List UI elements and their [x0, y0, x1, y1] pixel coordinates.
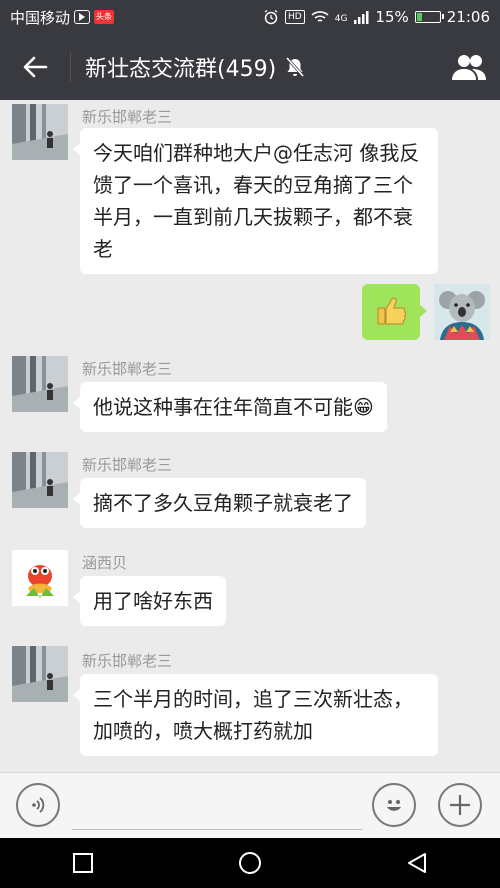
voice-icon	[32, 797, 45, 813]
header-divider	[70, 52, 71, 82]
message-bubble[interactable]: 他说这种事在往年简直不可能😁	[73, 382, 387, 432]
emoji-button[interactable]	[372, 783, 416, 827]
nav-circle-icon[interactable]	[237, 850, 263, 876]
clock: 21:06	[446, 8, 490, 26]
signal-icon	[354, 11, 369, 24]
avatar[interactable]	[12, 356, 68, 412]
back-button[interactable]	[0, 34, 70, 100]
nav-square-icon[interactable]	[71, 851, 95, 875]
sender-name: 新乐邯郸老三	[82, 652, 173, 670]
sender-name: 新乐邯郸老三	[82, 108, 173, 126]
avatar[interactable]	[12, 550, 68, 606]
message-bubble[interactable]: 今天咱们群种地大户@任志河 像我反馈了一个喜讯，春天的豆角摘了三个半月，一直到前…	[73, 128, 438, 274]
status-bar: 中国移动 头条 HD 4G 15% 21:06	[0, 0, 500, 34]
sender-name: 新乐邯郸老三	[82, 360, 173, 378]
message-bubble[interactable]: 摘不了多久豆角颗子就衰老了	[73, 478, 366, 528]
hd-badge: HD	[285, 10, 305, 24]
message-input[interactable]	[72, 789, 362, 830]
carrier-label: 中国移动	[10, 8, 71, 27]
video-play-icon	[74, 10, 91, 24]
voice-button[interactable]	[16, 783, 60, 827]
avatar[interactable]	[12, 104, 68, 160]
wifi-icon	[311, 11, 329, 22]
more-button[interactable]	[438, 783, 482, 827]
input-bar	[0, 772, 500, 838]
thumbs-up-icon	[377, 297, 407, 325]
back-arrow-icon	[23, 56, 48, 78]
alarm-icon	[264, 9, 278, 25]
message-bubble[interactable]: 三个半月的时间，追了三次新壮态，加喷的，喷大概打药就加	[73, 674, 438, 756]
network-type: 4G	[334, 14, 348, 24]
battery-icon	[414, 11, 444, 23]
thumbs-up-message[interactable]	[362, 284, 427, 340]
plus-icon	[450, 795, 470, 815]
nav-triangle-icon[interactable]	[405, 851, 429, 875]
chat-area[interactable]: 新乐邯郸老三 今天咱们群种地大户@任志河 像我反馈了一个喜讯，春天的豆角摘了三个…	[0, 100, 500, 772]
emoji-icon	[387, 800, 401, 811]
sender-name: 涵西贝	[82, 554, 128, 572]
mute-bell-icon	[286, 57, 305, 77]
my-avatar[interactable]	[434, 284, 490, 340]
members-icon	[452, 55, 486, 80]
system-navigation-bar	[0, 838, 500, 888]
avatar[interactable]	[12, 646, 68, 702]
message-bubble[interactable]: 用了啥好东西	[73, 576, 226, 626]
battery-percent: 15%	[375, 8, 409, 26]
avatar[interactable]	[12, 452, 68, 508]
toutiao-badge: 头条	[94, 10, 115, 24]
sender-name: 新乐邯郸老三	[82, 456, 173, 474]
chat-title: 新壮态交流群(459)	[85, 57, 277, 82]
chat-header: 新壮态交流群(459)	[0, 34, 500, 100]
group-members-button[interactable]	[438, 34, 500, 100]
